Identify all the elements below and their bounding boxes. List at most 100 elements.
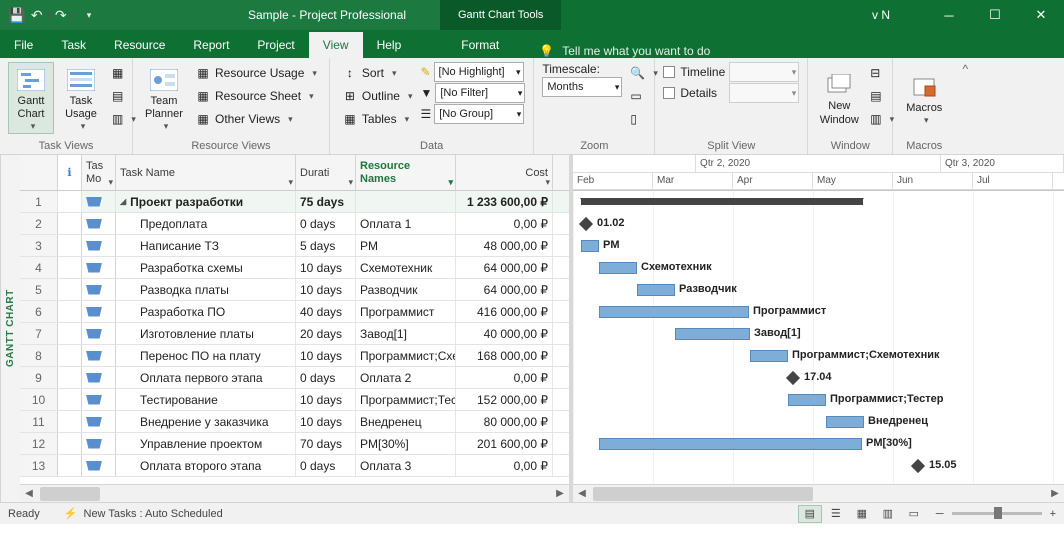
task-bar[interactable] — [599, 262, 637, 274]
cell-resource[interactable]: Разводчик — [356, 279, 456, 300]
cell-resource[interactable]: Оплата 1 — [356, 213, 456, 234]
row-number[interactable]: 11 — [20, 411, 58, 432]
cell-task-name[interactable]: Написание ТЗ — [116, 235, 296, 256]
outline-button[interactable]: ⊞Outline — [338, 85, 417, 107]
rv-resource-usage[interactable]: ▦Resource Usage — [191, 62, 321, 84]
cell-duration[interactable]: 0 days — [296, 213, 356, 234]
chevron-down-icon[interactable]: ▾ — [448, 177, 453, 188]
table-row[interactable]: 3Написание ТЗ5 daysPM48 000,00 ₽ — [20, 235, 569, 257]
table-row[interactable]: 11Внедрение у заказчика10 daysВнедренец8… — [20, 411, 569, 433]
view-team-planner-icon[interactable]: ▦ — [850, 505, 874, 523]
tab-project[interactable]: Project — [243, 32, 308, 58]
cell-task-mode[interactable] — [82, 235, 116, 256]
hide-icon[interactable]: ▥ — [866, 108, 884, 130]
table-row[interactable]: 4Разработка схемы10 daysСхемотехник64 00… — [20, 257, 569, 279]
cell-cost[interactable]: 48 000,00 ₽ — [456, 235, 553, 256]
cell-duration[interactable]: 0 days — [296, 367, 356, 388]
calendar-icon[interactable]: ▤ — [108, 85, 124, 107]
chevron-down-icon[interactable]: ▾ — [348, 177, 353, 188]
cell-task-mode[interactable] — [82, 455, 116, 476]
zoom-selected-icon[interactable]: ▯ — [626, 108, 646, 130]
cell-task-mode[interactable] — [82, 279, 116, 300]
table-row[interactable]: 9Оплата первого этапа0 daysОплата 20,00 … — [20, 367, 569, 389]
cell-task-name[interactable]: Разработка ПО — [116, 301, 296, 322]
cell-task-mode[interactable] — [82, 257, 116, 278]
cell-duration[interactable]: 70 days — [296, 433, 356, 454]
cell-duration[interactable]: 10 days — [296, 389, 356, 410]
cell-task-mode[interactable] — [82, 301, 116, 322]
cell-resource[interactable] — [356, 191, 456, 212]
cell-task-name[interactable]: Тестирование — [116, 389, 296, 410]
gantt-body[interactable]: 01.02PMСхемотехникРазводчикПрограммистЗа… — [573, 191, 1064, 484]
cell-duration[interactable]: 10 days — [296, 411, 356, 432]
table-row[interactable]: 7Изготовление платы20 daysЗавод[1]40 000… — [20, 323, 569, 345]
task-bar[interactable] — [599, 306, 749, 318]
cell-task-mode[interactable] — [82, 433, 116, 454]
cell-info[interactable] — [58, 345, 82, 366]
cell-info[interactable] — [58, 301, 82, 322]
chevron-down-icon[interactable]: ▾ — [288, 177, 293, 188]
view-report-icon[interactable]: ▭ — [902, 505, 926, 523]
zoom-in-icon[interactable]: + — [1050, 508, 1056, 520]
cell-resource[interactable]: PM[30%] — [356, 433, 456, 454]
tab-help[interactable]: Help — [363, 32, 416, 58]
cell-resource[interactable]: Программист;Тестер — [356, 389, 456, 410]
timeline-checkbox[interactable]: Timeline — [663, 62, 725, 82]
row-number[interactable]: 13 — [20, 455, 58, 476]
chevron-down-icon[interactable]: ▾ — [108, 177, 113, 188]
tab-file[interactable]: File — [0, 32, 47, 58]
cell-duration[interactable]: 0 days — [296, 455, 356, 476]
summary-bar[interactable] — [581, 198, 863, 205]
minimize-button[interactable]: ─ — [926, 0, 972, 30]
task-bar[interactable] — [599, 438, 862, 450]
row-number[interactable]: 5 — [20, 279, 58, 300]
scroll-left-icon[interactable]: ◀ — [573, 486, 591, 502]
cell-task-mode[interactable] — [82, 345, 116, 366]
cell-cost[interactable]: 0,00 ₽ — [456, 213, 553, 234]
cell-task-mode[interactable] — [82, 389, 116, 410]
cell-duration[interactable]: 10 days — [296, 279, 356, 300]
cell-resource[interactable]: Оплата 2 — [356, 367, 456, 388]
scroll-left-icon[interactable]: ◀ — [20, 486, 38, 502]
cell-cost[interactable]: 168 000,00 ₽ — [456, 345, 553, 366]
table-row[interactable]: 10Тестирование10 daysПрограммист;Тестер1… — [20, 389, 569, 411]
cell-info[interactable] — [58, 433, 82, 454]
view-task-usage-icon[interactable]: ☰ — [824, 505, 848, 523]
grid-scrollbar[interactable]: ◀ ▶ — [20, 484, 569, 502]
cell-task-name[interactable]: Управление проектом — [116, 433, 296, 454]
task-bar[interactable] — [581, 240, 599, 252]
cell-duration[interactable]: 10 days — [296, 345, 356, 366]
row-number[interactable]: 7 — [20, 323, 58, 344]
row-number[interactable]: 2 — [20, 213, 58, 234]
cell-info[interactable] — [58, 257, 82, 278]
schedule-mode-icon[interactable]: ⚡ — [64, 507, 78, 520]
timescale-combo[interactable]: Months▾ — [542, 77, 622, 97]
cell-cost[interactable]: 64 000,00 ₽ — [456, 279, 553, 300]
cell-resource[interactable]: PM — [356, 235, 456, 256]
cell-info[interactable] — [58, 455, 82, 476]
cell-cost[interactable]: 201 600,00 ₽ — [456, 433, 553, 454]
scroll-right-icon[interactable]: ▶ — [551, 486, 569, 502]
cell-duration[interactable]: 75 days — [296, 191, 356, 212]
cell-task-mode[interactable] — [82, 191, 116, 212]
cell-cost[interactable]: 416 000,00 ₽ — [456, 301, 553, 322]
cell-cost[interactable]: 152 000,00 ₽ — [456, 389, 553, 410]
cell-task-mode[interactable] — [82, 367, 116, 388]
close-button[interactable]: ✕ — [1018, 0, 1064, 30]
undo-button[interactable]: ↶ — [32, 6, 50, 24]
cell-info[interactable] — [58, 411, 82, 432]
cell-task-mode[interactable] — [82, 213, 116, 234]
collapse-ribbon-icon[interactable]: ^ — [955, 58, 975, 154]
cell-resource[interactable]: Программист;Схемотехник — [356, 345, 456, 366]
cell-cost[interactable]: 40 000,00 ₽ — [456, 323, 553, 344]
milestone[interactable] — [786, 371, 800, 385]
table-row[interactable]: 13Оплата второго этапа0 daysОплата 30,00… — [20, 455, 569, 477]
filter-combo[interactable]: [No Filter]▾ — [435, 83, 525, 103]
cell-resource[interactable]: Программист — [356, 301, 456, 322]
cell-task-name[interactable]: Изготовление платы — [116, 323, 296, 344]
cell-info[interactable] — [58, 191, 82, 212]
cell-info[interactable] — [58, 323, 82, 344]
zoom-out-icon[interactable]: ─ — [936, 508, 944, 520]
task-bar[interactable] — [788, 394, 826, 406]
view-gantt-icon[interactable]: ▤ — [798, 505, 822, 523]
